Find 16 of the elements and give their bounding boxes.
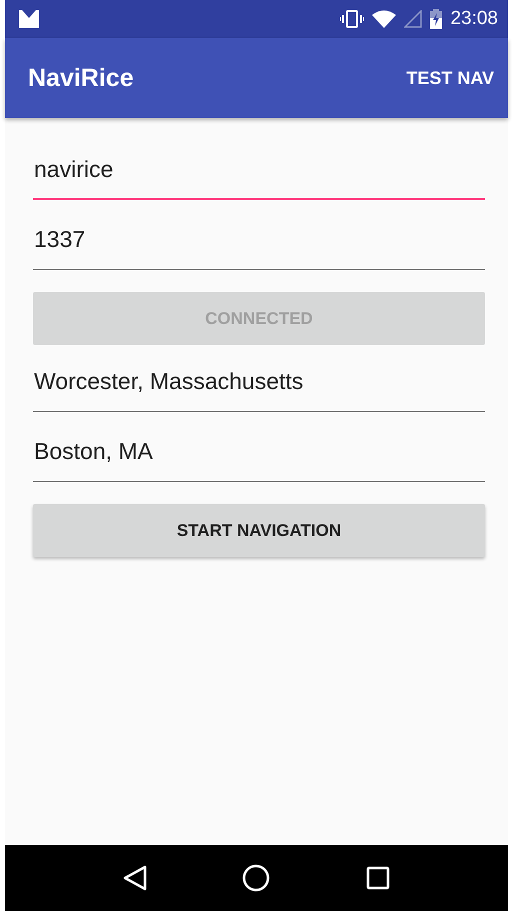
- start-button[interactable]: START NAVIGATION: [33, 504, 485, 557]
- text-field[interactable]: navirice: [33, 148, 485, 200]
- app-title: NaviRice: [28, 64, 134, 92]
- status-time: 23:08: [450, 8, 498, 30]
- test-nav-button[interactable]: TEST NAV: [402, 62, 498, 94]
- recents-icon[interactable]: [366, 866, 390, 890]
- back-icon[interactable]: [122, 865, 147, 891]
- text-field[interactable]: Boston, MA: [33, 430, 485, 482]
- wifi-icon: [372, 10, 396, 28]
- vibrate-icon: [340, 9, 364, 29]
- signal-icon: [404, 10, 422, 28]
- text-field[interactable]: Worcester, Massachusetts: [33, 360, 485, 412]
- home-icon[interactable]: [242, 864, 270, 892]
- gmail-icon: [19, 10, 39, 28]
- battery-icon: [430, 9, 442, 29]
- text-field[interactable]: 1337: [33, 218, 485, 270]
